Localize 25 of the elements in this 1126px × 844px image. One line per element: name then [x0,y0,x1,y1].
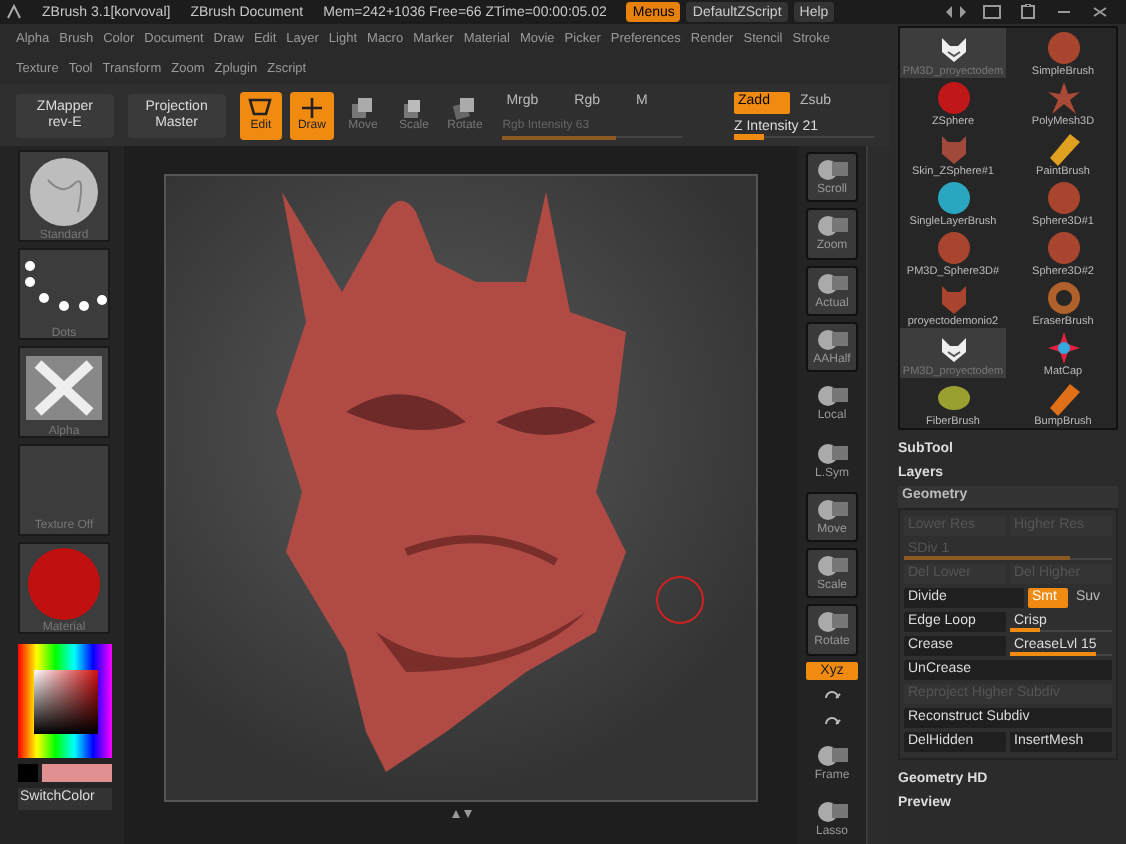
tool-icon [812,797,852,826]
tool-icon [812,495,852,524]
crosshair-icon [297,96,326,120]
zbrush-logo-icon [6,4,22,20]
tool-icon [812,552,852,581]
rotate-boxes-icon [450,96,479,120]
main-color-swatch[interactable] [42,764,112,782]
tool-icon [812,439,852,468]
tool-icon [812,212,852,241]
tool-icon [812,269,852,298]
brush-cursor-ring [656,576,704,624]
tool-icon [812,382,852,411]
color-picker[interactable] [18,644,112,758]
tool-icon [812,608,852,637]
pencil-frame-icon [246,96,275,120]
tool-icon [812,156,852,185]
window-icon[interactable] [980,4,1004,20]
tool-icon [812,326,852,355]
up-down-arrows-icon[interactable] [449,808,473,820]
move-boxes-icon [348,96,377,120]
tool-icon [812,741,852,770]
lock-icon[interactable] [1016,4,1040,20]
secondary-color-swatch[interactable] [18,764,38,782]
layout-arrows-icon[interactable] [944,4,968,20]
close-icon[interactable] [1088,4,1112,20]
